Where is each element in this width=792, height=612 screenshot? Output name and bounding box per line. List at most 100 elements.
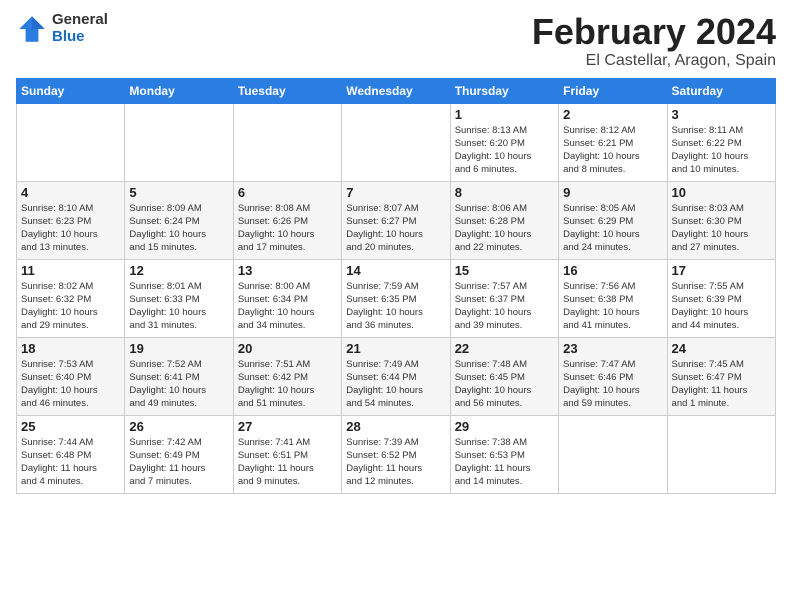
day-info: Sunrise: 7:55 AMSunset: 6:39 PMDaylight:…: [672, 280, 771, 333]
day-info: Sunrise: 7:57 AMSunset: 6:37 PMDaylight:…: [455, 280, 554, 333]
day-info: Sunrise: 8:06 AMSunset: 6:28 PMDaylight:…: [455, 202, 554, 255]
day-number: 2: [563, 107, 662, 122]
day-number: 24: [672, 341, 771, 356]
page: General Blue February 2024 El Castellar,…: [0, 0, 792, 612]
day-info: Sunrise: 7:59 AMSunset: 6:35 PMDaylight:…: [346, 280, 445, 333]
day-cell: [559, 415, 667, 493]
week-row-5: 25 Sunrise: 7:44 AMSunset: 6:48 PMDayligh…: [17, 415, 776, 493]
day-number: 27: [238, 419, 337, 434]
day-number: 29: [455, 419, 554, 434]
day-info: Sunrise: 7:39 AMSunset: 6:52 PMDaylight:…: [346, 436, 445, 489]
col-header-sunday: Sunday: [17, 78, 125, 103]
day-cell: 13 Sunrise: 8:00 AMSunset: 6:34 PMDayligh…: [233, 259, 341, 337]
day-info: Sunrise: 7:49 AMSunset: 6:44 PMDaylight:…: [346, 358, 445, 411]
day-info: Sunrise: 8:13 AMSunset: 6:20 PMDaylight:…: [455, 124, 554, 177]
day-cell: 17 Sunrise: 7:55 AMSunset: 6:39 PMDayligh…: [667, 259, 775, 337]
calendar-table: SundayMondayTuesdayWednesdayThursdayFrid…: [16, 78, 776, 494]
day-number: 14: [346, 263, 445, 278]
day-number: 11: [21, 263, 120, 278]
day-number: 10: [672, 185, 771, 200]
col-header-monday: Monday: [125, 78, 233, 103]
day-info: Sunrise: 8:05 AMSunset: 6:29 PMDaylight:…: [563, 202, 662, 255]
week-row-2: 4 Sunrise: 8:10 AMSunset: 6:23 PMDaylight…: [17, 181, 776, 259]
day-info: Sunrise: 8:01 AMSunset: 6:33 PMDaylight:…: [129, 280, 228, 333]
day-cell: 20Sunrise: 7:51 AMSunset: 6:42 PMDayligh…: [233, 337, 341, 415]
day-number: 18: [21, 341, 120, 356]
day-number: 25: [21, 419, 120, 434]
day-cell: [17, 103, 125, 181]
day-info: Sunrise: 8:02 AMSunset: 6:32 PMDaylight:…: [21, 280, 120, 333]
day-cell: 6Sunrise: 8:08 AMSunset: 6:26 PMDaylight…: [233, 181, 341, 259]
logo: General Blue: [16, 12, 108, 45]
day-info: Sunrise: 7:45 AMSunset: 6:47 PMDaylight:…: [672, 358, 771, 411]
day-info: Sunrise: 7:38 AMSunset: 6:53 PMDaylight:…: [455, 436, 554, 489]
logo-icon: [16, 13, 48, 45]
col-header-friday: Friday: [559, 78, 667, 103]
day-cell: 4 Sunrise: 8:10 AMSunset: 6:23 PMDaylight…: [17, 181, 125, 259]
day-cell: 3 Sunrise: 8:11 AMSunset: 6:22 PMDaylight…: [667, 103, 775, 181]
day-cell: 29 Sunrise: 7:38 AMSunset: 6:53 PMDayligh…: [450, 415, 558, 493]
day-cell: 24 Sunrise: 7:45 AMSunset: 6:47 PMDayligh…: [667, 337, 775, 415]
day-cell: 28 Sunrise: 7:39 AMSunset: 6:52 PMDayligh…: [342, 415, 450, 493]
day-cell: 8 Sunrise: 8:06 AMSunset: 6:28 PMDaylight…: [450, 181, 558, 259]
day-cell: 2 Sunrise: 8:12 AMSunset: 6:21 PMDaylight…: [559, 103, 667, 181]
week-row-4: 18 Sunrise: 7:53 AMSunset: 6:40 PMDayligh…: [17, 337, 776, 415]
day-cell: [342, 103, 450, 181]
col-header-wednesday: Wednesday: [342, 78, 450, 103]
header-row: SundayMondayTuesdayWednesdayThursdayFrid…: [17, 78, 776, 103]
day-number: 15: [455, 263, 554, 278]
day-info: Sunrise: 7:47 AMSunset: 6:46 PMDaylight:…: [563, 358, 662, 411]
day-number: 1: [455, 107, 554, 122]
day-cell: 16Sunrise: 7:56 AMSunset: 6:38 PMDayligh…: [559, 259, 667, 337]
day-number: 23: [563, 341, 662, 356]
day-number: 26: [129, 419, 228, 434]
day-cell: 10 Sunrise: 8:03 AMSunset: 6:30 PMDayligh…: [667, 181, 775, 259]
day-info: Sunrise: 8:08 AMSunset: 6:26 PMDaylight:…: [238, 202, 337, 255]
day-number: 17: [672, 263, 771, 278]
day-info: Sunrise: 7:42 AMSunset: 6:49 PMDaylight:…: [129, 436, 228, 489]
day-info: Sunrise: 7:48 AMSunset: 6:45 PMDaylight:…: [455, 358, 554, 411]
day-info: Sunrise: 8:07 AMSunset: 6:27 PMDaylight:…: [346, 202, 445, 255]
day-info: Sunrise: 7:44 AMSunset: 6:48 PMDaylight:…: [21, 436, 120, 489]
day-number: 20: [238, 341, 337, 356]
day-number: 19: [129, 341, 228, 356]
logo-text: General Blue: [52, 12, 108, 45]
day-number: 7: [346, 185, 445, 200]
day-cell: 1 Sunrise: 8:13 AMSunset: 6:20 PMDaylight…: [450, 103, 558, 181]
day-cell: 11 Sunrise: 8:02 AMSunset: 6:32 PMDayligh…: [17, 259, 125, 337]
day-cell: [667, 415, 775, 493]
day-number: 8: [455, 185, 554, 200]
logo-blue: Blue: [52, 29, 108, 46]
calendar-subtitle: El Castellar, Aragon, Spain: [532, 52, 776, 70]
day-number: 3: [672, 107, 771, 122]
day-cell: 19Sunrise: 7:52 AMSunset: 6:41 PMDayligh…: [125, 337, 233, 415]
day-cell: 18 Sunrise: 7:53 AMSunset: 6:40 PMDayligh…: [17, 337, 125, 415]
day-cell: 22 Sunrise: 7:48 AMSunset: 6:45 PMDayligh…: [450, 337, 558, 415]
day-info: Sunrise: 8:10 AMSunset: 6:23 PMDaylight:…: [21, 202, 120, 255]
day-cell: [233, 103, 341, 181]
day-number: 12: [129, 263, 228, 278]
day-info: Sunrise: 8:00 AMSunset: 6:34 PMDaylight:…: [238, 280, 337, 333]
day-cell: 12 Sunrise: 8:01 AMSunset: 6:33 PMDayligh…: [125, 259, 233, 337]
day-number: 22: [455, 341, 554, 356]
day-number: 4: [21, 185, 120, 200]
week-row-3: 11 Sunrise: 8:02 AMSunset: 6:32 PMDayligh…: [17, 259, 776, 337]
day-info: Sunrise: 8:11 AMSunset: 6:22 PMDaylight:…: [672, 124, 771, 177]
day-cell: 25 Sunrise: 7:44 AMSunset: 6:48 PMDayligh…: [17, 415, 125, 493]
day-cell: 15 Sunrise: 7:57 AMSunset: 6:37 PMDayligh…: [450, 259, 558, 337]
day-info: Sunrise: 8:12 AMSunset: 6:21 PMDaylight:…: [563, 124, 662, 177]
day-cell: 7 Sunrise: 8:07 AMSunset: 6:27 PMDaylight…: [342, 181, 450, 259]
day-info: Sunrise: 8:03 AMSunset: 6:30 PMDaylight:…: [672, 202, 771, 255]
day-number: 16: [563, 263, 662, 278]
day-cell: 5Sunrise: 8:09 AMSunset: 6:24 PMDaylight…: [125, 181, 233, 259]
day-info: Sunrise: 7:41 AMSunset: 6:51 PMDaylight:…: [238, 436, 337, 489]
col-header-thursday: Thursday: [450, 78, 558, 103]
day-info: Sunrise: 8:09 AMSunset: 6:24 PMDaylight:…: [129, 202, 228, 255]
week-row-1: 1 Sunrise: 8:13 AMSunset: 6:20 PMDaylight…: [17, 103, 776, 181]
day-number: 28: [346, 419, 445, 434]
day-cell: 27 Sunrise: 7:41 AMSunset: 6:51 PMDayligh…: [233, 415, 341, 493]
logo-general: General: [52, 12, 108, 29]
day-number: 13: [238, 263, 337, 278]
day-info: Sunrise: 7:53 AMSunset: 6:40 PMDaylight:…: [21, 358, 120, 411]
day-cell: 9Sunrise: 8:05 AMSunset: 6:29 PMDaylight…: [559, 181, 667, 259]
